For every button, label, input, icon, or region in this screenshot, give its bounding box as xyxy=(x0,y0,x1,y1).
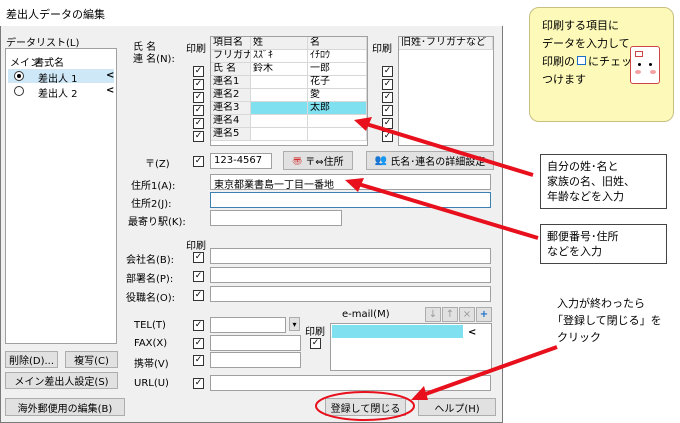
tip-register-line1: 入力が終わったら xyxy=(557,297,645,310)
tip-name-line2: 家族の名、旧姓、 xyxy=(547,175,635,188)
tip-top-line4: つけます xyxy=(542,73,586,86)
tip-name-line1: 自分の姓･名と xyxy=(547,160,619,173)
tip-name-line3: 年齢などを入力 xyxy=(547,190,624,203)
arrow-to-name-table xyxy=(362,121,534,177)
postcard-mascot-icon xyxy=(630,46,660,84)
tip-top-line1: 印刷する項目に xyxy=(542,19,619,32)
arrow-to-address xyxy=(354,181,539,240)
tip-register-line2: 「登録して閉じる」を xyxy=(552,314,662,327)
tip-box-name: 自分の姓･名と 家族の名、旧姓、 年齢などを入力 xyxy=(540,154,667,209)
tip-register-line3: クリック xyxy=(557,331,601,344)
arrow-head-register xyxy=(411,386,428,400)
tip-box-address: 郵便番号･住所 などを入力 xyxy=(540,224,667,264)
register-button-highlight-circle xyxy=(315,391,415,421)
checkbox-sample-icon xyxy=(577,56,586,65)
tip-address-line1: 郵便番号･住所 xyxy=(547,230,619,243)
arrow-to-register xyxy=(419,345,558,398)
tip-top-line3-text: 印刷の xyxy=(542,55,575,68)
tip-address-line2: などを入力 xyxy=(547,245,602,258)
tip-top-line2: データを入力して xyxy=(542,37,630,50)
tip-box-top: 印刷する項目に データを入力して 印刷の にチェックを つけます xyxy=(529,7,674,122)
